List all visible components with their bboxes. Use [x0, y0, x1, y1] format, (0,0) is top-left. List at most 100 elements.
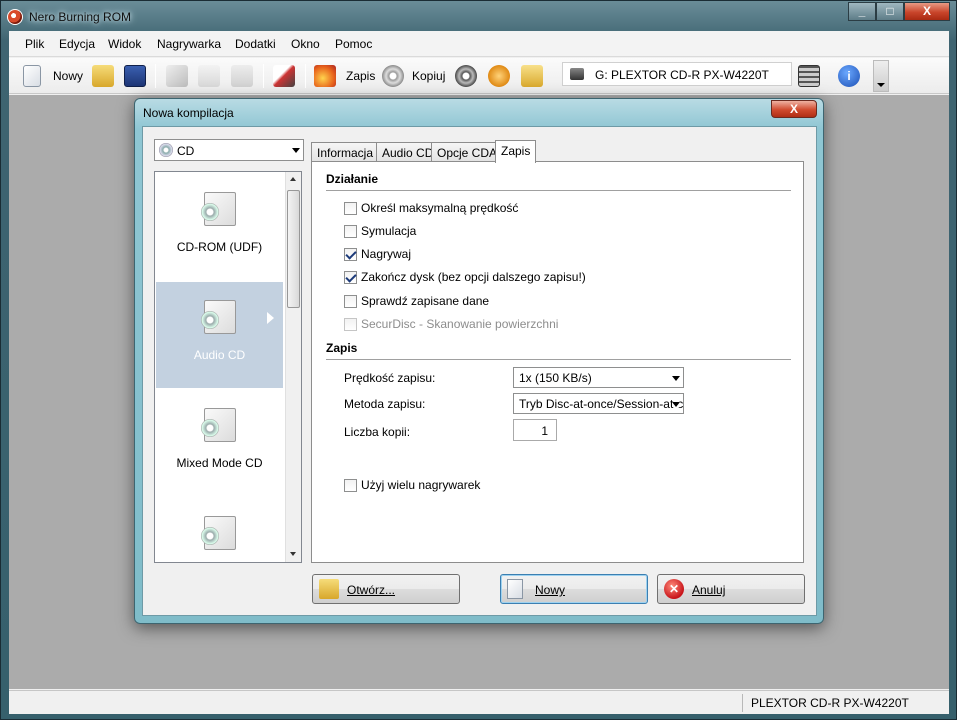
new-button[interactable]: Nowy — [500, 574, 648, 604]
write-method-select[interactable]: Tryb Disc-at-once/Session-at-c — [513, 393, 684, 414]
section-divider — [326, 190, 791, 191]
copy-button[interactable] — [198, 63, 220, 89]
menu-widok[interactable]: Widok — [108, 37, 141, 51]
open-button[interactable] — [92, 63, 114, 89]
explorer-button[interactable] — [521, 63, 543, 89]
drive-icon — [570, 68, 584, 80]
option-multi-burner[interactable]: Użyj wielu nagrywarek — [344, 477, 480, 493]
maximize-button[interactable]: □ — [876, 2, 904, 21]
cdrom-udf-icon — [201, 192, 236, 226]
write-speed-label: Prędkość zapisu: — [344, 371, 436, 385]
copy-disc-button[interactable]: Kopiuj — [382, 63, 445, 89]
section-divider — [326, 359, 791, 360]
option-verify[interactable]: Sprawdź zapisane dane — [344, 293, 489, 309]
scroll-down-icon[interactable] — [290, 552, 296, 556]
menu-plik[interactable]: Plik — [25, 37, 44, 51]
title-bar[interactable]: Nero Burning ROM _ □ X — [1, 1, 956, 31]
minimize-button[interactable]: _ — [848, 2, 876, 21]
new-compilation-dialog: Nowa kompilacja X CD CD-ROM (UDF) Audio … — [134, 98, 824, 624]
mixed-mode-cd-icon — [201, 408, 236, 442]
simulation-checkbox[interactable] — [344, 224, 357, 238]
drive-selector-value: G: PLEXTOR CD-R PX-W4220T — [595, 68, 769, 82]
section-write-title: Zapis — [326, 341, 358, 355]
copy-disc-label: Kopiuj — [412, 69, 446, 83]
option-simulation[interactable]: Symulacja — [344, 223, 416, 239]
category-label: Mixed Mode CD — [176, 456, 263, 470]
open-file-button[interactable]: Otwórz... — [312, 574, 460, 604]
copies-input[interactable]: 1 — [513, 419, 557, 441]
new-compilation-button[interactable]: Nowy — [23, 63, 83, 89]
copy-icon — [198, 65, 220, 87]
section-action-title: Działanie — [326, 172, 379, 186]
chevron-down-icon — [292, 148, 300, 153]
list-scrollbar[interactable] — [285, 172, 301, 562]
multi-burner-checkbox[interactable] — [344, 478, 357, 492]
about-button[interactable]: i — [838, 63, 860, 89]
folder-icon — [521, 65, 543, 87]
option-max-speed[interactable]: Określ maksymalną prędkość — [344, 200, 518, 216]
toolbar-separator — [305, 64, 306, 88]
option-securdisc: SecurDisc - Skanowanie powierzchni — [344, 316, 558, 332]
list-item-cdrom-udf[interactable]: CD-ROM (UDF) — [156, 174, 283, 280]
close-button[interactable]: X — [904, 2, 950, 21]
option-burn[interactable]: Nagrywaj — [344, 246, 411, 262]
eject-icon — [488, 65, 510, 87]
disc-type-value: CD — [177, 144, 195, 158]
drive-settings-button[interactable] — [798, 63, 820, 89]
dialog-close-button[interactable]: X — [771, 100, 817, 118]
tab-informacja[interactable]: Informacja — [311, 142, 380, 162]
edit-button[interactable] — [273, 63, 295, 89]
scroll-thumb[interactable] — [287, 190, 300, 308]
toolbar: Nowy Zapis Kopiuj G: PLEXTOR CD-R PX-W42… — [9, 58, 949, 94]
cut-button[interactable] — [166, 63, 188, 89]
category-label: Audio CD — [193, 348, 246, 362]
overflow-chevron-icon — [877, 83, 885, 87]
max-speed-checkbox[interactable] — [344, 201, 357, 215]
toolbar-separator — [155, 64, 156, 88]
status-bar: PLEXTOR CD-R PX-W4220T — [9, 690, 949, 714]
burn-button[interactable]: Zapis — [314, 63, 375, 89]
tab-audio-cd[interactable]: Audio CD — [376, 142, 440, 162]
eject-button[interactable] — [488, 63, 510, 89]
menu-nagrywarka[interactable]: Nagrywarka — [157, 37, 221, 51]
burn-checkbox[interactable] — [344, 247, 357, 261]
compilation-type-list[interactable]: CD-ROM (UDF) Audio CD Mixed Mode CD — [154, 171, 302, 563]
save-button[interactable] — [124, 63, 146, 89]
audio-cd-icon — [201, 516, 236, 550]
disc-info-button[interactable] — [455, 63, 477, 89]
toolbar-overflow-button[interactable] — [873, 60, 889, 92]
list-item-audio-cd[interactable]: Audio CD — [156, 282, 283, 388]
menu-edycja[interactable]: Edycja — [59, 37, 95, 51]
multi-burner-label: Użyj wielu nagrywarek — [361, 478, 481, 492]
menu-okno[interactable]: Okno — [291, 37, 320, 51]
scroll-up-icon[interactable] — [290, 177, 296, 181]
write-speed-select[interactable]: 1x (150 KB/s) — [513, 367, 684, 388]
paste-icon — [231, 65, 253, 87]
tab-zapis[interactable]: Zapis — [495, 140, 537, 163]
scissors-icon — [166, 65, 188, 87]
chevron-down-icon — [672, 376, 680, 381]
verify-checkbox[interactable] — [344, 294, 357, 308]
menu-pomoc[interactable]: Pomoc — [335, 37, 372, 51]
option-finalize[interactable]: Zakończ dysk (bez opcji dalszego zapisu!… — [344, 269, 586, 285]
status-drive: PLEXTOR CD-R PX-W4220T — [742, 694, 937, 712]
window-title: Nero Burning ROM — [29, 10, 132, 24]
info-icon: i — [838, 65, 860, 87]
tab-opcje-cda[interactable]: Opcje CDA — [431, 142, 504, 162]
disc-copy-icon — [382, 65, 404, 87]
write-method-label: Metoda zapisu: — [344, 397, 426, 411]
nero-app-icon[interactable] — [7, 9, 23, 25]
menu-dodatki[interactable]: Dodatki — [235, 37, 276, 51]
category-label: CD-ROM (UDF) — [176, 240, 263, 254]
verify-label: Sprawdź zapisane dane — [361, 294, 490, 308]
drive-selector[interactable]: G: PLEXTOR CD-R PX-W4220T — [562, 62, 809, 86]
paste-button[interactable] — [231, 63, 253, 89]
disc-type-select[interactable]: CD — [154, 139, 304, 161]
list-item-mixed-mode-cd[interactable]: Mixed Mode CD — [156, 390, 283, 496]
selection-arrow-icon — [267, 312, 274, 324]
zapis-panel: Działanie Określ maksymalną prędkość Sym… — [311, 161, 804, 563]
list-item-partial[interactable] — [156, 498, 283, 562]
finalize-checkbox[interactable] — [344, 270, 357, 284]
simulation-label: Symulacja — [361, 224, 417, 238]
cancel-button[interactable]: ✕ Anuluj — [657, 574, 805, 604]
